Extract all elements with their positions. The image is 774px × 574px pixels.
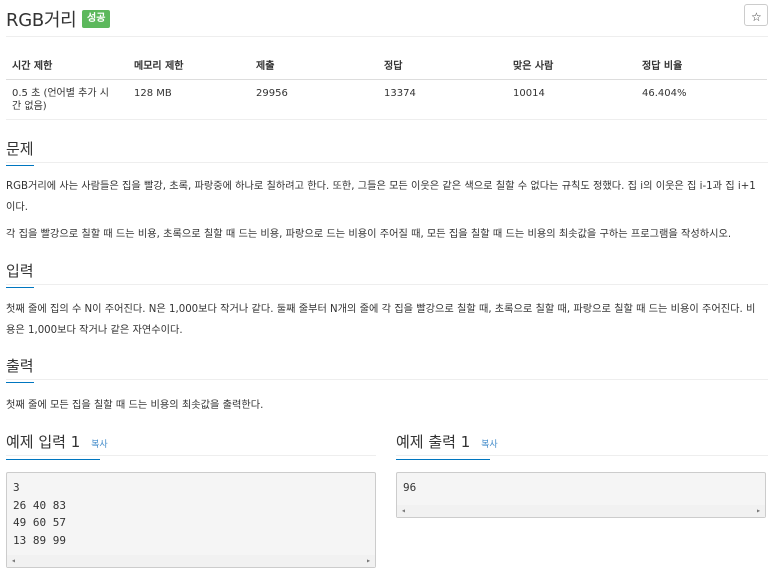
sample-input-label: 예제 입력 [6,433,66,451]
header-ratio: 정답 비율 [636,51,767,80]
page-title: RGB거리 [6,10,77,31]
header-accepted: 정답 [378,51,507,80]
cell-submissions: 29956 [250,79,378,120]
section-divider [6,162,768,163]
sample-output-box[interactable]: 96 ◂ ▸ [396,472,766,518]
problem-paragraph-1: RGB거리에 사는 사람들은 집을 빨강, 초록, 파랑중에 하나로 칠하려고 … [6,181,756,213]
scroll-right-icon[interactable]: ▸ [756,505,761,517]
problem-paragraph-2: 각 집을 빨강으로 칠할 때 드는 비용, 초록으로 칠할 때 드는 비용, 파… [6,229,732,240]
scroll-right-icon[interactable]: ▸ [366,555,371,567]
copy-sample-output-link[interactable]: 복사 [481,440,498,450]
header-time-limit: 시간 제한 [6,51,128,80]
sample-output-number: 1 [460,433,471,451]
input-paragraph: 첫째 줄에 집의 수 N이 주어진다. N은 1,000보다 작거나 같다. 둘… [6,304,756,336]
section-divider [6,284,768,285]
heading-underline [396,459,490,460]
sample-input-line: 13 89 99 [13,533,66,547]
cell-memory-limit: 128 MB [128,79,250,120]
section-divider [6,455,376,456]
heading-underline [6,287,34,288]
cell-accepted: 13374 [378,79,507,120]
header-submissions: 제출 [250,51,378,80]
horizontal-scrollbar[interactable]: ◂ ▸ [397,505,765,517]
heading-underline [6,382,34,383]
section-heading-output: 출력 [6,355,34,383]
output-paragraph: 첫째 줄에 모든 집을 칠할 때 드는 비용의 최솟값을 출력한다. [6,400,264,411]
cell-time-limit: 0.5 초 (언어별 추가 시간 없음) [6,79,128,120]
sample-input-line: 26 40 83 [13,498,66,512]
section-heading-text: 입력 [6,262,34,280]
section-divider [396,455,768,456]
section-heading-text: 출력 [6,357,34,375]
section-divider [6,379,768,380]
sample-output-label: 예제 출력 [396,433,456,451]
sample-input-line: 49 60 57 [13,516,66,529]
title-row: RGB거리 성공 ☆ [6,4,768,32]
section-heading-text: 문제 [6,140,34,158]
scroll-left-icon[interactable]: ◂ [11,555,16,567]
cell-solved-users: 10014 [507,79,636,120]
title-divider [6,36,768,37]
table-row: 0.5 초 (언어별 추가 시간 없음) 128 MB 29956 13374 … [6,79,767,120]
sample-input-number: 1 [70,433,81,451]
header-memory-limit: 메모리 제한 [128,51,250,80]
cell-ratio: 46.404% [636,79,767,120]
star-icon: ☆ [751,10,762,24]
table-header-row: 시간 제한 메모리 제한 제출 정답 맞은 사람 정답 비율 [6,51,767,80]
sample-input-lines: 3 26 40 83 49 60 57 13 89 99 [7,473,375,549]
horizontal-scrollbar[interactable]: ◂ ▸ [7,555,375,567]
scroll-left-icon[interactable]: ◂ [401,505,406,517]
sample-output-heading: 예제 출력 1 복사 [396,431,498,460]
sample-output-lines: 96 [397,473,765,497]
status-badge: 성공 [82,10,111,28]
header-solved-users: 맞은 사람 [507,51,636,80]
problem-info-table: 시간 제한 메모리 제한 제출 정답 맞은 사람 정답 비율 0.5 초 (언어… [6,51,767,120]
section-heading-problem: 문제 [6,138,34,166]
copy-sample-input-link[interactable]: 복사 [91,440,108,450]
heading-underline [6,459,100,460]
sample-input-box[interactable]: 3 26 40 83 49 60 57 13 89 99 ◂ ▸ [6,472,376,568]
sample-output-line: 96 [403,481,417,494]
star-button[interactable]: ☆ [744,4,768,26]
section-heading-input: 입력 [6,260,34,288]
sample-input-line: 3 [13,481,20,494]
sample-input-heading: 예제 입력 1 복사 [6,431,108,460]
heading-underline [6,165,34,166]
